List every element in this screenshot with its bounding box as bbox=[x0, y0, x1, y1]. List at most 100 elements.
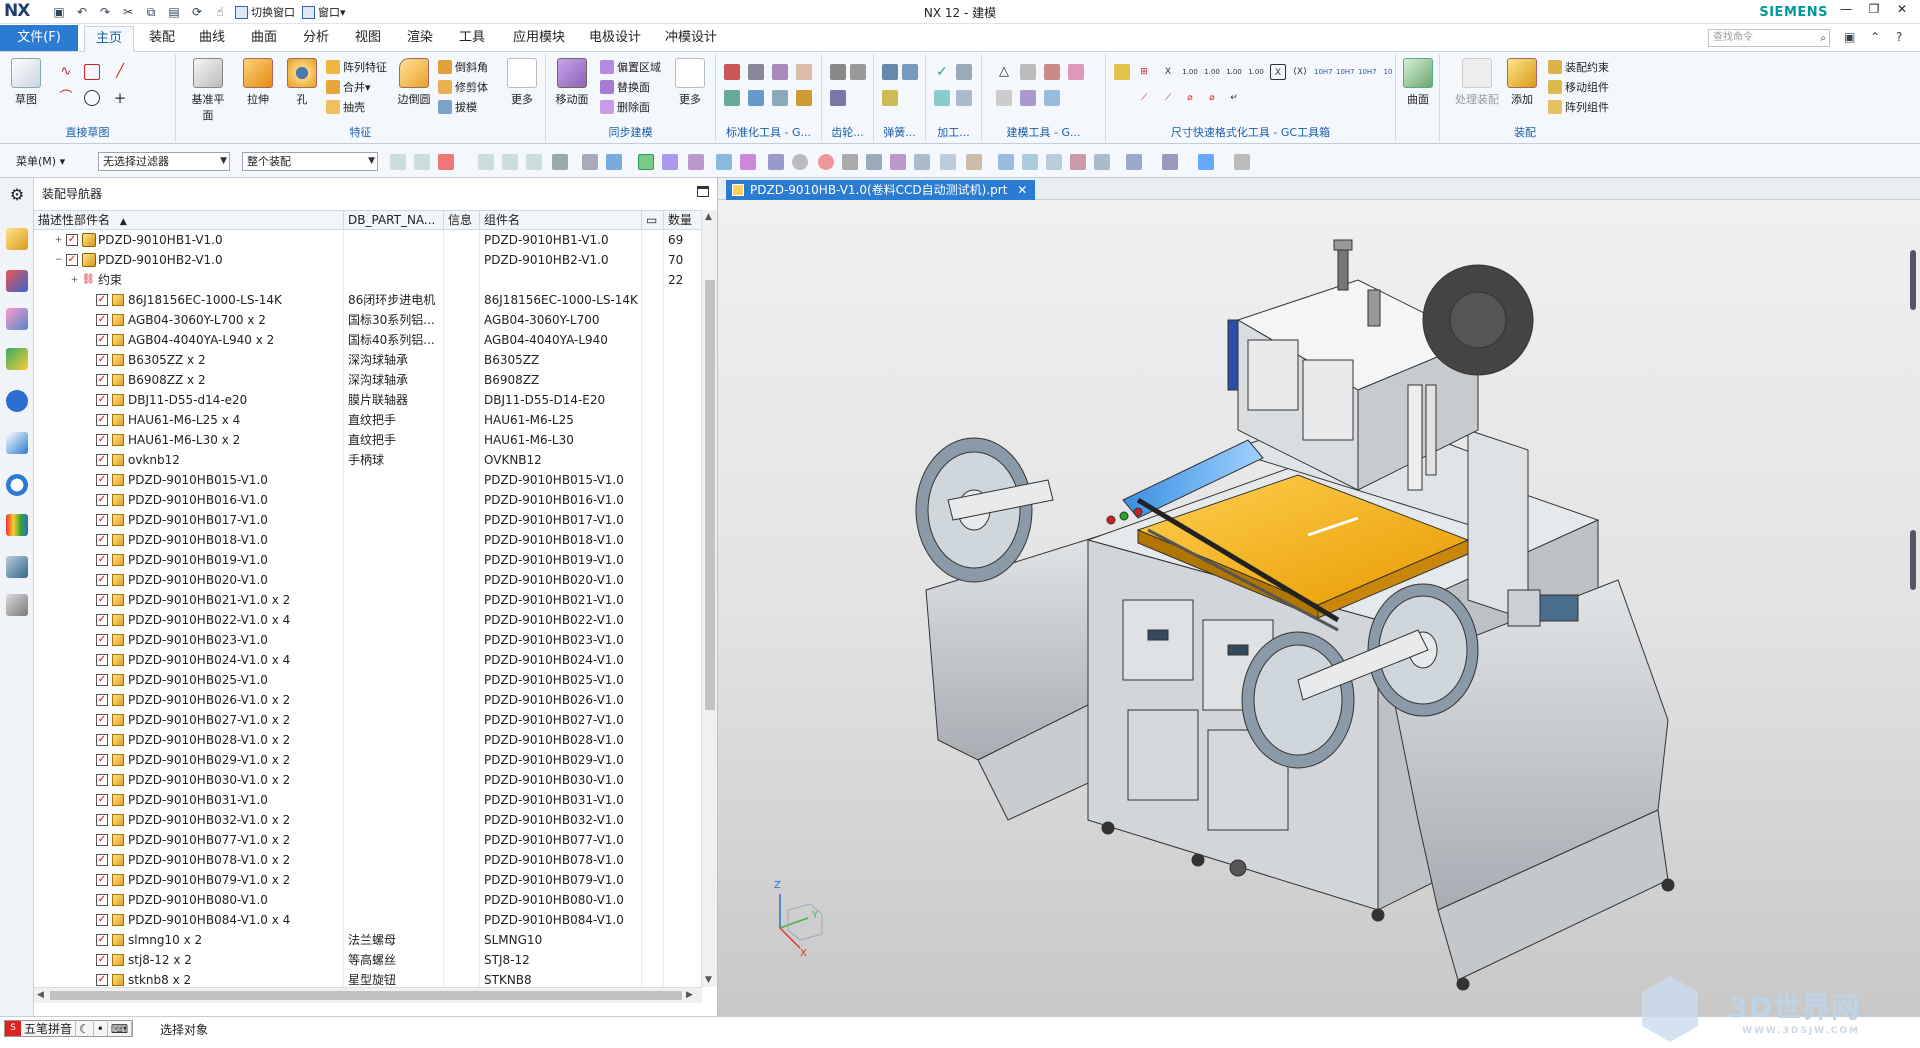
table-row[interactable]: ✓ DBJ11-D55-d14-e20 膜片联轴器 DBJ11-D55-D14-E20 bbox=[34, 390, 702, 410]
table-row[interactable]: ✓ PDZD-9010HB021-V1.0 x 2 PDZD-9010HB021-V… bbox=[34, 590, 702, 610]
rectangle-icon[interactable] bbox=[84, 64, 100, 80]
minimize-icon[interactable]: — bbox=[1838, 2, 1854, 16]
visibility-checkbox[interactable]: ✓ bbox=[96, 574, 108, 586]
column-header-modified[interactable]: ▭ bbox=[642, 211, 664, 229]
visibility-checkbox[interactable]: ✓ bbox=[96, 854, 108, 866]
view-tool-2-icon[interactable] bbox=[1022, 154, 1038, 170]
modeling-3-icon[interactable] bbox=[1044, 64, 1060, 80]
assembly-navigator-icon[interactable] bbox=[6, 228, 28, 250]
visibility-checkbox[interactable]: ✓ bbox=[96, 594, 108, 606]
cut-icon[interactable]: ✂ bbox=[117, 2, 139, 22]
table-row[interactable]: ✓ 86J18156EC-1000-LS-14K 86闭环步进电机 86J18156E… bbox=[34, 290, 702, 310]
machining-4-icon[interactable] bbox=[956, 90, 972, 106]
table-row[interactable]: ✓ PDZD-9010HB018-V1.0 PDZD-9010HB018-V1.0 bbox=[34, 530, 702, 550]
pattern-component-button[interactable]: 阵列组件 bbox=[1548, 98, 1609, 116]
dim-tool-7-icon[interactable]: ⌀ bbox=[1182, 90, 1198, 106]
dim-tool-9-icon[interactable]: ↵ bbox=[1226, 90, 1242, 106]
visibility-checkbox[interactable]: ✓ bbox=[96, 754, 108, 766]
arc-icon[interactable]: ⌒ bbox=[58, 90, 74, 106]
pattern-feature-button[interactable]: 阵列特征 bbox=[326, 58, 387, 76]
collapse-ribbon-icon[interactable]: ⌃ bbox=[1870, 30, 1880, 44]
table-row[interactable]: ✓ PDZD-9010HB023-V1.0 PDZD-9010HB023-V1.0 bbox=[34, 630, 702, 650]
visibility-checkbox[interactable]: ✓ bbox=[96, 474, 108, 486]
touch-mode-icon[interactable]: ☝ bbox=[209, 2, 231, 22]
table-row[interactable]: ✓ slmng10 x 2 法兰螺母 SLMNG10 bbox=[34, 930, 702, 950]
right-edge-handle-1[interactable] bbox=[1910, 250, 1916, 310]
dim-tol-2-icon[interactable]: 1.00 bbox=[1204, 64, 1220, 80]
table-row[interactable]: + ✓ PDZD-9010HB1-V1.0 PDZD-9010HB1-V1.0 69 bbox=[34, 230, 702, 250]
visibility-checkbox[interactable]: ✓ bbox=[96, 714, 108, 726]
snap-point-8-icon[interactable] bbox=[818, 154, 834, 170]
save-icon[interactable]: ▣ bbox=[48, 2, 70, 22]
tab-tools[interactable]: 工具 bbox=[450, 26, 494, 52]
snap-point-1-icon[interactable] bbox=[638, 154, 654, 170]
select-tool-9-icon[interactable] bbox=[606, 154, 622, 170]
undo-icon[interactable]: ↶ bbox=[71, 2, 93, 22]
visibility-checkbox[interactable]: ✓ bbox=[66, 234, 78, 246]
scroll-down-icon[interactable]: ▼ bbox=[705, 975, 712, 985]
visibility-checkbox[interactable]: ✓ bbox=[96, 614, 108, 626]
table-row[interactable]: ✓ PDZD-9010HB015-V1.0 PDZD-9010HB015-V1.0 bbox=[34, 470, 702, 490]
snap-point-7-icon[interactable] bbox=[792, 154, 808, 170]
visibility-checkbox[interactable]: ✓ bbox=[96, 314, 108, 326]
right-edge-handle-2[interactable] bbox=[1910, 530, 1916, 590]
gear-2-icon[interactable] bbox=[850, 64, 866, 80]
tab-close-icon[interactable]: ✕ bbox=[1017, 183, 1027, 197]
paste-icon[interactable]: ▤ bbox=[163, 2, 185, 22]
std-tool-2-icon[interactable] bbox=[748, 64, 764, 80]
visibility-checkbox[interactable]: ✓ bbox=[96, 494, 108, 506]
dim-tool-6-icon[interactable]: ⟋ bbox=[1160, 90, 1176, 106]
column-header-db-part-name[interactable]: DB_PART_NA... bbox=[344, 211, 444, 229]
trim-body-button[interactable]: 修剪体 bbox=[438, 78, 488, 96]
std-tool-1-icon[interactable] bbox=[724, 64, 740, 80]
snap-point-4-icon[interactable] bbox=[716, 154, 732, 170]
menu-button[interactable]: 菜单(M) ▾ bbox=[16, 153, 65, 169]
modeling-2-icon[interactable] bbox=[1020, 64, 1036, 80]
visibility-checkbox[interactable]: ✓ bbox=[96, 874, 108, 886]
dim-h7-1-icon[interactable]: 10H7 bbox=[1314, 64, 1333, 80]
line-icon[interactable]: ╱ bbox=[112, 64, 128, 80]
spring-3-icon[interactable] bbox=[882, 90, 898, 106]
point-icon[interactable]: + bbox=[112, 90, 128, 106]
dim-box-x-icon[interactable]: X bbox=[1270, 64, 1286, 80]
select-tool-1-icon[interactable] bbox=[390, 154, 406, 170]
table-row[interactable]: + ⛓ 约束 22 bbox=[34, 270, 702, 290]
tab-surface[interactable]: 曲面 bbox=[242, 26, 286, 52]
ime-dot-icon[interactable]: • bbox=[94, 1021, 108, 1036]
visibility-checkbox[interactable]: ✓ bbox=[96, 894, 108, 906]
visibility-checkbox[interactable]: ✓ bbox=[96, 774, 108, 786]
view-tool-6-icon[interactable] bbox=[1126, 154, 1142, 170]
dim-tol-4-icon[interactable]: 1.00 bbox=[1248, 64, 1264, 80]
system-materials-icon[interactable] bbox=[6, 514, 28, 536]
snap-point-10-icon[interactable] bbox=[866, 154, 882, 170]
machining-3-icon[interactable] bbox=[934, 90, 950, 106]
snap-point-11-icon[interactable] bbox=[890, 154, 906, 170]
selection-filter-select[interactable]: 无选择过滤器 ▼ bbox=[98, 152, 230, 171]
visibility-checkbox[interactable]: ✓ bbox=[96, 914, 108, 926]
gear-1-icon[interactable] bbox=[830, 64, 846, 80]
add-component-button[interactable]: 添加 bbox=[1502, 58, 1542, 107]
table-row[interactable]: ✓ PDZD-9010HB027-V1.0 x 2 PDZD-9010HB027-V… bbox=[34, 710, 702, 730]
edge-blend-button[interactable]: 边倒圆 bbox=[394, 58, 434, 107]
table-row[interactable]: ✓ B6908ZZ x 2 深沟球轴承 B6908ZZ bbox=[34, 370, 702, 390]
table-row[interactable]: ✓ PDZD-9010HB025-V1.0 PDZD-9010HB025-V1.0 bbox=[34, 670, 702, 690]
tab-render[interactable]: 渲染 bbox=[398, 26, 442, 52]
view-tool-1-icon[interactable] bbox=[998, 154, 1014, 170]
part-file-tab[interactable]: PDZD-9010HB-V1.0(卷料CCD自动测试机).prt ✕ bbox=[726, 180, 1036, 200]
snap-point-12-icon[interactable] bbox=[914, 154, 930, 170]
dim-h7-4-icon[interactable]: 10 bbox=[1380, 64, 1396, 80]
select-tool-5-icon[interactable] bbox=[502, 154, 518, 170]
horizontal-scrollbar[interactable]: ◀ ▶ bbox=[34, 987, 702, 1003]
visibility-checkbox[interactable]: ✓ bbox=[96, 954, 108, 966]
tab-electrode-design[interactable]: 电极设计 bbox=[584, 26, 646, 52]
visibility-checkbox[interactable]: ✓ bbox=[96, 554, 108, 566]
table-row[interactable]: ✓ PDZD-9010HB077-V1.0 x 2 PDZD-9010HB077-V… bbox=[34, 830, 702, 850]
visibility-checkbox[interactable]: ✓ bbox=[96, 394, 108, 406]
assembly-constraints-button[interactable]: 装配约束 bbox=[1548, 58, 1609, 76]
select-tool-8-icon[interactable] bbox=[582, 154, 598, 170]
visibility-checkbox[interactable]: ✓ bbox=[96, 654, 108, 666]
std-tool-6-icon[interactable] bbox=[748, 90, 764, 106]
more-feature-button[interactable]: 更多 bbox=[502, 58, 542, 107]
visibility-checkbox[interactable]: ✓ bbox=[96, 934, 108, 946]
scroll-left-icon[interactable]: ◀ bbox=[37, 990, 44, 1000]
